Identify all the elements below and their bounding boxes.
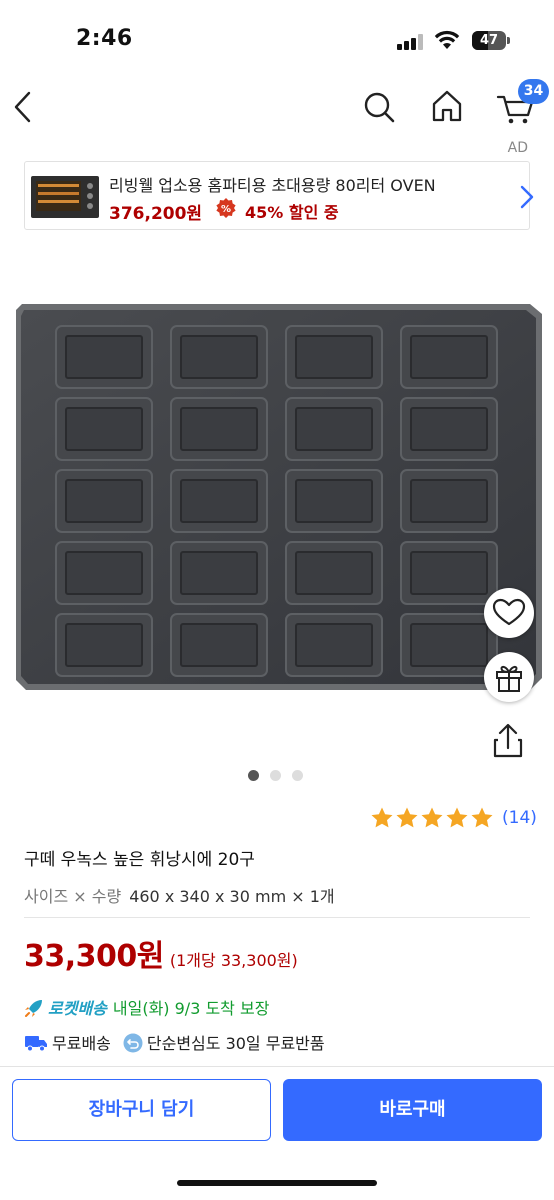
bottom-action-bar: 장바구니 담기 바로구매 [0,1066,554,1200]
benefit-row: 무료배송 단순변심도 30일 무료반품 [24,1030,325,1056]
pagination-dot[interactable] [292,770,303,781]
cellular-signal-icon [397,34,425,50]
rocket-delivery-row: 로켓배송 내일(화) 9/3 도착 보장 [24,995,269,1021]
ad-discount: 45% 할인 중 [245,203,339,222]
arrival-guarantee: 내일(화) 9/3 도착 보장 [112,999,270,1018]
home-indicator [177,1180,377,1186]
search-button[interactable] [354,80,404,134]
heart-icon [492,598,526,626]
cart-count-badge: 34 [518,79,549,104]
ad-title: 리빙웰 업소용 홈파티용 초대용량 80리터 OVEN [109,176,436,195]
tray-cavity-bottom [410,335,488,379]
ad-label: AD [507,140,528,156]
status-bar: 2:46 47 [0,0,554,80]
ad-price: 376,200원 [109,204,203,224]
image-pagination [248,770,308,782]
tray-cavity-bottom [180,335,258,379]
ad-banner[interactable]: 리빙웰 업소용 홈파티용 초대용량 80리터 OVEN 376,200원 % 4… [24,161,534,230]
gift-icon [496,665,522,692]
pagination-dot[interactable] [248,770,259,781]
tray-cavity-bottom [295,335,373,379]
tray-cavity-bottom [295,407,373,451]
share-icon [493,723,523,758]
wishlist-button[interactable] [484,588,534,638]
tray-cavity-bottom [410,623,488,667]
tray-cavity-bottom [180,623,258,667]
oven-thumbnail [31,176,99,218]
baking-tray-image [16,304,542,690]
tray-cavity-bottom [295,623,373,667]
tray-cavity-bottom [65,551,143,595]
rocket-delivery-label: 로켓배송 [48,999,107,1018]
tray-cavity-bottom [65,335,143,379]
tray-cavity-bottom [65,407,143,451]
tray-cavity-bottom [65,623,143,667]
tray-cavity-bottom [295,551,373,595]
tray-cavity-bottom [180,551,258,595]
share-button[interactable] [486,718,530,764]
option-value: 460 x 340 x 30 mm × 1개 [129,887,335,906]
option-label: 사이즈 × 수량 [24,887,122,906]
truck-icon [25,1036,47,1052]
add-to-cart-button[interactable]: 장바구니 담기 [12,1079,271,1141]
back-button[interactable] [4,80,54,134]
svg-text:%: % [221,204,231,215]
top-nav [0,80,554,136]
star-icon [446,807,468,828]
price-row: 33,300원 (1개당 33,300원) [24,931,298,975]
tray-cavity-bottom [65,479,143,523]
star-icon [421,807,443,828]
return-icon [123,1033,143,1053]
tray-cavity-bottom [410,551,488,595]
pagination-dot[interactable] [270,770,281,781]
divider [24,917,530,918]
gift-button[interactable] [484,652,534,702]
unit-price: (1개당 33,300원) [169,951,298,970]
product-title: 구떼 우녹스 높은 휘낭시에 20구 [24,850,255,870]
star-icon [396,807,418,828]
chevron-left-icon [14,91,31,123]
tray-cavity-bottom [180,479,258,523]
buy-now-button[interactable]: 바로구매 [283,1079,542,1141]
star-icon [471,807,493,828]
star-icon [371,807,393,828]
rocket-icon [25,1000,42,1017]
product-option: 사이즈 × 수량 460 x 340 x 30 mm × 1개 [24,883,335,907]
free-shipping-text: 무료배송 [52,1034,111,1053]
product-price: 33,300원 [24,939,164,974]
tray-cavity-bottom [180,407,258,451]
battery-icon: 47 [472,31,506,50]
free-return-text: 단순변심도 30일 무료반품 [146,1034,325,1053]
tray-cavity-bottom [295,479,373,523]
home-icon [432,90,462,122]
search-icon [364,92,395,123]
tray-cavity-bottom [410,479,488,523]
battery-level: 47 [479,33,499,48]
product-image[interactable] [0,290,554,700]
chevron-right-icon [520,185,534,209]
coupon-badge-icon: % [216,198,236,218]
tray-cavity-bottom [410,407,488,451]
review-count[interactable]: (14) [502,808,537,828]
status-time: 2:46 [76,26,133,51]
wifi-icon [434,30,460,49]
home-button[interactable] [422,80,472,134]
